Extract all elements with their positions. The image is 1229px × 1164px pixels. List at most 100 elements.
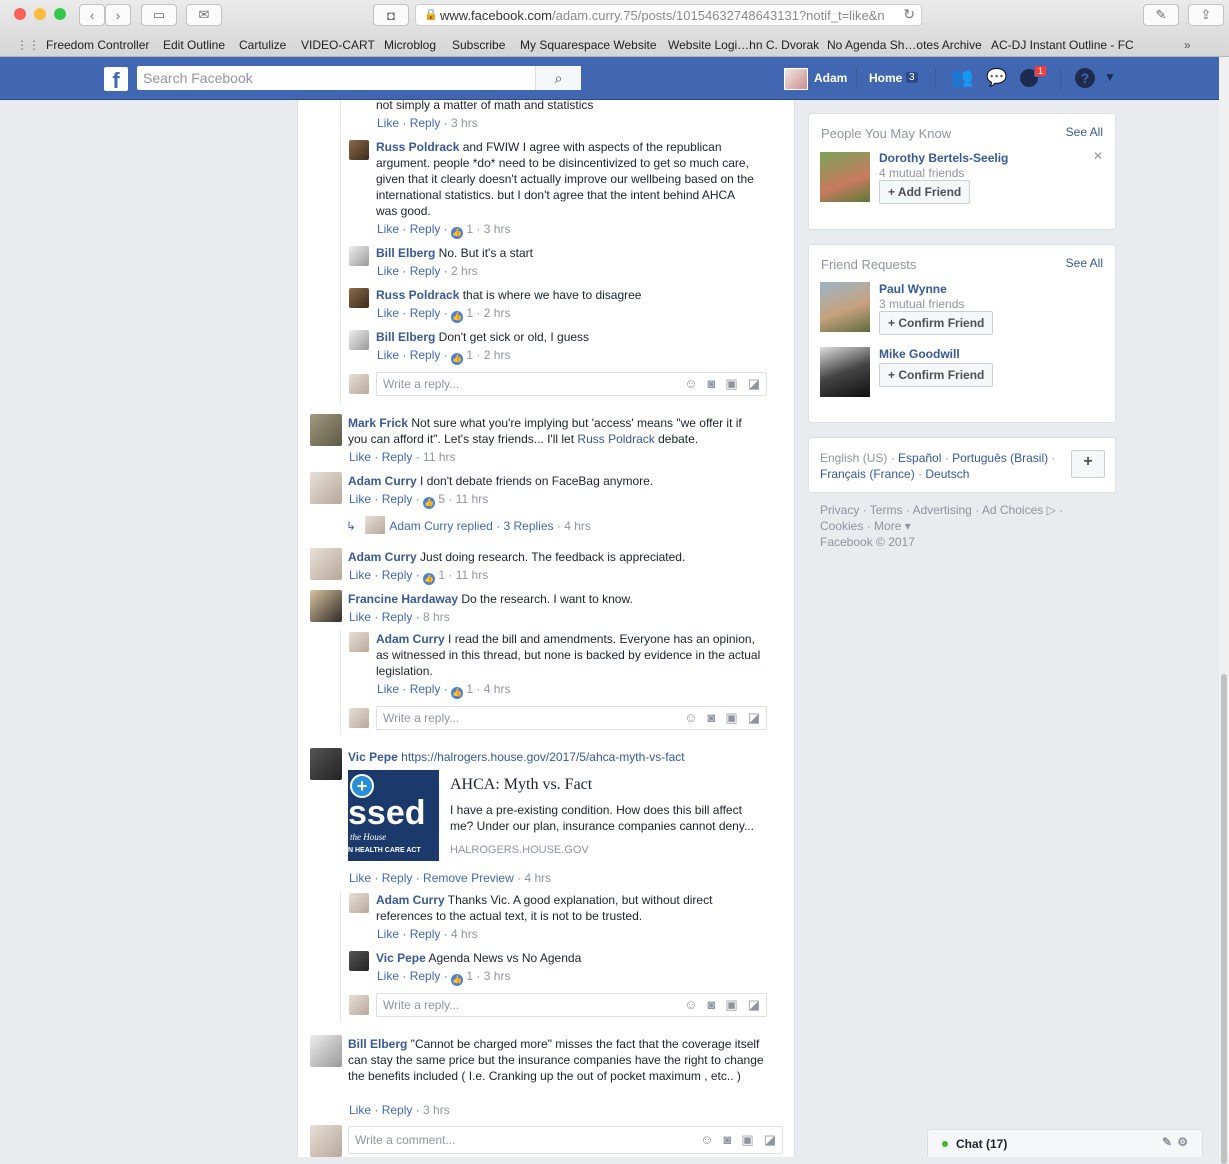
replies-summary[interactable]: ↳ Adam Curry replied · 3 Replies · 4 hrs (346, 516, 591, 534)
like-link[interactable]: Like (349, 492, 371, 506)
emoji-icon[interactable]: ☺ (684, 710, 697, 726)
more-bookmarks-icon[interactable]: » (1184, 38, 1191, 52)
gif-icon[interactable]: ▣ (741, 1132, 753, 1148)
avatar[interactable] (784, 68, 808, 90)
reply-link[interactable]: Reply (410, 682, 441, 696)
reply-input[interactable]: Write a reply... ☺ ◙ ▣ ◪ (376, 993, 767, 1017)
bookmark-item[interactable]: Website Logi…hn C. Dvorak (668, 38, 827, 52)
home-link[interactable]: Home (869, 71, 902, 85)
avatar[interactable] (310, 748, 342, 780)
suggestion-name[interactable]: Dorothy Bertels-Seelig (879, 151, 1008, 165)
reply-link[interactable]: Reply (382, 492, 413, 506)
bookmark-item[interactable]: Microblog (384, 38, 452, 52)
like-link[interactable]: Like (377, 222, 399, 236)
comment-input[interactable]: Write a comment... ☺ ◙ ▣ ◪ (348, 1126, 783, 1154)
add-friend-button[interactable]: + Add Friend (879, 180, 971, 204)
commenter-name[interactable]: Bill Elberg (348, 1037, 407, 1051)
avatar[interactable] (349, 288, 369, 308)
bookmark-item[interactable]: My Squarespace Website (520, 38, 668, 52)
chevron-down-icon[interactable]: ▼ (1104, 70, 1116, 84)
footer-link[interactable]: Privacy (820, 503, 859, 517)
gif-icon[interactable]: ▣ (725, 376, 737, 392)
commenter-name[interactable]: Bill Elberg (376, 330, 435, 344)
camera-icon[interactable]: ◙ (708, 710, 716, 726)
back-button[interactable]: ‹ (79, 4, 105, 26)
scrollbar[interactable] (1219, 57, 1229, 1164)
gear-icon[interactable]: ⚙ (1177, 1135, 1188, 1149)
reply-link[interactable]: Reply (410, 969, 441, 983)
friends-icon[interactable]: 👥 (951, 67, 973, 88)
address-bar[interactable]: 🔒 www.facebook.com/adam.curry.75/posts/1… (415, 4, 922, 26)
like-link[interactable]: Like (377, 969, 399, 983)
close-window-button[interactable] (14, 8, 26, 20)
commenter-name[interactable]: Bill Elberg (376, 246, 435, 260)
compose-icon[interactable]: ✎ (1162, 1135, 1172, 1149)
chat-bar[interactable]: Chat (17) ✎ ⚙ (927, 1129, 1203, 1157)
search-icon[interactable]: ⌕ (535, 66, 581, 90)
confirm-friend-button[interactable]: + Confirm Friend (879, 311, 994, 335)
reply-link[interactable]: Reply (410, 116, 441, 130)
sticker-icon[interactable]: ◪ (748, 997, 760, 1013)
replied-name[interactable]: Adam Curry (389, 519, 453, 533)
request-name[interactable]: Mike Goodwill (879, 347, 960, 361)
avatar[interactable] (349, 330, 369, 350)
avatar[interactable] (310, 590, 342, 622)
avatar[interactable] (349, 632, 369, 652)
sticker-icon[interactable]: ◪ (748, 710, 760, 726)
like-link[interactable]: Like (377, 306, 399, 320)
commenter-name[interactable]: Vic Pepe (348, 750, 398, 764)
commenter-name[interactable]: Adam Curry (376, 893, 445, 907)
footer-link[interactable]: Terms (870, 503, 903, 517)
like-link[interactable]: Like (377, 682, 399, 696)
like-link[interactable]: Like (377, 927, 399, 941)
forward-button[interactable]: › (105, 4, 131, 26)
view-replies-link[interactable]: 3 Replies (503, 519, 553, 533)
commenter-name[interactable]: Adam Curry (376, 632, 445, 646)
mail-button[interactable]: ✉ (186, 4, 222, 26)
reply-link[interactable]: Reply (382, 568, 413, 582)
grid-icon[interactable]: ⋮⋮ (16, 38, 46, 52)
link-preview-title[interactable]: AHCA: Myth vs. Fact (450, 776, 592, 794)
bookmark-item[interactable]: Edit Outline (163, 38, 239, 52)
bookmark-item[interactable]: Cartulize (239, 38, 301, 52)
avatar[interactable] (349, 246, 369, 266)
language-link[interactable]: Español (898, 451, 941, 465)
like-link[interactable]: Like (349, 568, 371, 582)
footer-link[interactable]: Ad Choices (982, 503, 1043, 517)
privacy-button[interactable]: ◘ (373, 4, 409, 26)
emoji-icon[interactable]: ☺ (684, 997, 697, 1013)
add-language-button[interactable]: + (1071, 450, 1105, 478)
reply-link[interactable]: Reply (410, 348, 441, 362)
like-link[interactable]: Like (349, 1103, 371, 1117)
gif-icon[interactable]: ▣ (725, 997, 737, 1013)
commenter-name[interactable]: Mark Frick (348, 416, 408, 430)
camera-icon[interactable]: ◙ (708, 376, 716, 392)
facebook-logo-icon[interactable]: f (104, 67, 128, 91)
footer-link[interactable]: Advertising (912, 503, 971, 517)
mention-link[interactable]: Russ Poldrack (577, 432, 654, 446)
zoom-window-button[interactable] (54, 8, 66, 20)
like-link[interactable]: Like (349, 450, 371, 464)
emoji-icon[interactable]: ☺ (700, 1132, 713, 1148)
minimize-window-button[interactable] (34, 8, 46, 20)
avatar[interactable] (310, 414, 342, 446)
reply-link[interactable]: Reply (410, 927, 441, 941)
language-link[interactable]: Deutsch (925, 467, 969, 481)
shared-link[interactable]: https://halrogers.house.gov/2017/5/ahca-… (401, 750, 684, 764)
request-name[interactable]: Paul Wynne (879, 282, 947, 296)
sticker-icon[interactable]: ◪ (748, 376, 760, 392)
reply-input[interactable]: Write a reply... ☺ ◙ ▣ ◪ (376, 706, 767, 730)
profile-link[interactable]: Adam (814, 71, 847, 85)
reply-link[interactable]: Reply (382, 1103, 413, 1117)
commenter-name[interactable]: Russ Poldrack (376, 288, 459, 302)
like-link[interactable]: Like (377, 116, 399, 130)
bookmark-item[interactable]: No Agenda Sh…otes Archive (827, 38, 991, 52)
commenter-name[interactable]: Adam Curry (348, 474, 417, 488)
reload-icon[interactable]: ↻ (903, 6, 915, 23)
footer-link[interactable]: More (874, 519, 901, 533)
chat-label[interactable]: Chat (17) (956, 1137, 1007, 1151)
share-button[interactable]: ⇪ (1188, 4, 1224, 26)
reply-link[interactable]: Reply (410, 222, 441, 236)
avatar[interactable] (310, 472, 342, 504)
avatar[interactable] (310, 548, 342, 580)
